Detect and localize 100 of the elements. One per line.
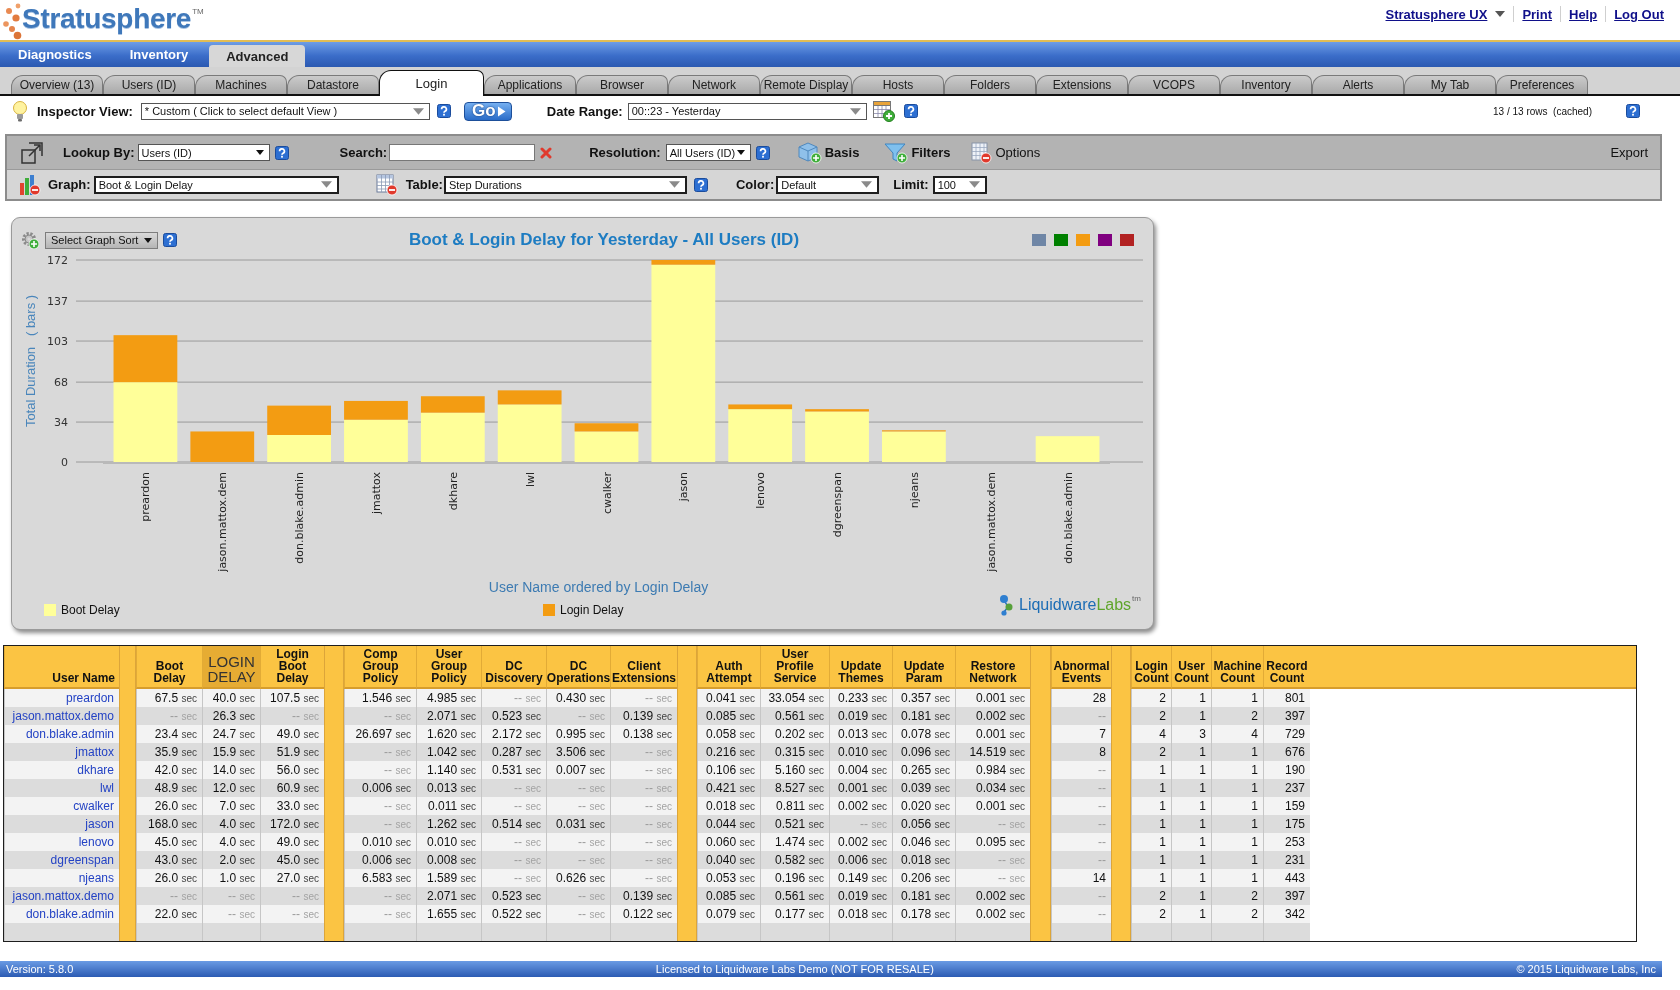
tick-label: 0: [61, 456, 68, 469]
color-swatch-icon[interactable]: [1032, 234, 1046, 246]
main-tab[interactable]: Advanced: [209, 45, 306, 67]
sub-tab[interactable]: Overview (13): [11, 75, 103, 94]
color-swatch-icon[interactable]: [1120, 234, 1134, 246]
tick-label: 103: [47, 335, 68, 349]
header-link[interactable]: Log Out: [1614, 6, 1664, 22]
user-name-link[interactable]: jason: [85, 817, 114, 831]
limit-select[interactable]: 100: [932, 175, 987, 194]
sub-tab[interactable]: Browser: [576, 75, 668, 94]
header-link[interactable]: Help: [1569, 6, 1598, 22]
main-tab[interactable]: Inventory: [112, 42, 206, 67]
table-cell: 1: [1171, 833, 1211, 851]
color-swatch-icon[interactable]: [1098, 234, 1112, 246]
license-text: Licensed to Liquidware Labs Demo (NOT FOR RESALE): [655, 963, 934, 975]
table-cell: 4: [1131, 725, 1171, 743]
options-button[interactable]: Options: [970, 141, 1041, 164]
menu-link[interactable]: Stratusphere UX: [1385, 6, 1488, 22]
column-header[interactable]: Record Count: [1263, 646, 1310, 689]
grid-remove-icon: [970, 141, 993, 164]
table-cell: -- sec: [955, 815, 1030, 833]
sub-tab[interactable]: Remote Display: [760, 75, 852, 94]
expand-icon[interactable]: [21, 141, 43, 164]
help-icon[interactable]: [436, 104, 451, 118]
graph-sort-button[interactable]: Select Graph Sort: [45, 231, 158, 249]
table-cell: -- sec: [481, 689, 546, 707]
color-swatch-icon[interactable]: [1076, 234, 1090, 246]
sub-tab[interactable]: Machines: [195, 75, 287, 94]
color-select[interactable]: Default: [776, 175, 880, 194]
bar-graph-remove-icon[interactable]: [19, 173, 41, 196]
table-cell: 8.527 sec: [760, 779, 829, 797]
filters-button[interactable]: Filters: [884, 141, 951, 164]
sub-tab[interactable]: Datastore: [287, 75, 379, 94]
sub-tab[interactable]: VCOPS: [1128, 75, 1220, 94]
table-select[interactable]: Step Durations: [443, 175, 687, 194]
calendar-add-icon[interactable]: [872, 100, 895, 122]
search-field[interactable]: [389, 144, 536, 161]
sub-tab[interactable]: Inventory: [1220, 75, 1312, 94]
chart-bar: [190, 431, 255, 462]
date-range-select[interactable]: 00::23 - Yesterday: [627, 102, 867, 120]
table-cell: 0.046 sec: [892, 833, 955, 851]
category-label: jason.mattox.dem: [216, 472, 230, 572]
table-cell: 0.013 sec: [416, 779, 481, 797]
sub-tab[interactable]: Hosts: [852, 75, 944, 94]
column-header[interactable]: User Count: [1171, 646, 1211, 689]
table-cell: 0.058 sec: [697, 725, 760, 743]
table-cell: 2.172 sec: [481, 725, 546, 743]
column-header[interactable]: Machine Count: [1211, 646, 1263, 689]
tick-label: 68: [54, 376, 68, 390]
table-cell: 0.001 sec: [955, 797, 1030, 815]
table-cell: 26.697 sec: [344, 725, 416, 743]
sub-tab[interactable]: Folders: [944, 75, 1036, 94]
sub-tab[interactable]: My Tab: [1404, 75, 1496, 94]
color-swatch-icon[interactable]: [1054, 234, 1068, 246]
sub-tab[interactable]: Login: [379, 70, 484, 96]
main-tab[interactable]: Diagnostics: [1, 42, 109, 67]
resolution-select[interactable]: All Users (ID): [665, 144, 751, 161]
table-cell: -- sec: [610, 743, 677, 761]
chart-bar: [267, 435, 331, 462]
help-icon[interactable]: [1626, 104, 1640, 118]
table-cell: 231: [1263, 851, 1310, 869]
column-header[interactable]: Abnormal Events: [1051, 646, 1111, 689]
table-cell: 1: [1131, 815, 1171, 833]
gear-add-icon[interactable]: [21, 231, 39, 249]
lookup-by-select[interactable]: Users (ID): [137, 144, 270, 161]
table-cell: --: [1051, 797, 1111, 815]
user-name-link[interactable]: lwl: [100, 781, 114, 795]
column-header[interactable]: DC Discovery: [481, 646, 546, 689]
table-cell: 4: [1211, 725, 1263, 743]
help-icon[interactable]: [903, 104, 918, 118]
sub-tab[interactable]: Applications: [484, 75, 576, 94]
table-cell: 1: [1171, 887, 1211, 905]
sub-tab[interactable]: Network: [668, 75, 760, 94]
table-cell: 0.011 sec: [416, 797, 481, 815]
inspector-view-select[interactable]: * Custom ( Click to select default View ): [140, 102, 430, 120]
limit-label: Limit:: [893, 177, 929, 192]
column-header[interactable]: DC Operations: [546, 646, 610, 689]
basis-button[interactable]: Basis: [797, 141, 860, 164]
column-header[interactable]: LOGIN DELAY: [202, 646, 260, 689]
table-cell: 1: [1211, 797, 1263, 815]
table-cell: -- sec: [610, 779, 677, 797]
table-cell: 51.9 sec: [260, 743, 324, 761]
help-icon[interactable]: [274, 145, 289, 160]
sub-tab[interactable]: Alerts: [1312, 75, 1404, 94]
help-icon[interactable]: [755, 145, 770, 160]
table-cell: 2: [1131, 707, 1171, 725]
header-link[interactable]: Print: [1522, 6, 1552, 22]
table-cell: 45.0 sec: [260, 851, 324, 869]
column-header[interactable]: Client Extensions: [610, 646, 677, 689]
sub-tab[interactable]: Extensions: [1036, 75, 1128, 94]
table-remove-icon[interactable]: [375, 173, 398, 196]
table-cell: 0.079 sec: [697, 905, 760, 923]
sub-tab[interactable]: Preferences: [1496, 75, 1588, 94]
help-icon[interactable]: [693, 177, 708, 192]
column-header[interactable]: Login Count: [1131, 646, 1171, 689]
export-link[interactable]: Export: [1610, 145, 1648, 160]
sub-tab[interactable]: Users (ID): [103, 75, 195, 94]
graph-select[interactable]: Boot & Login Delay: [93, 175, 339, 194]
help-icon[interactable]: [163, 233, 177, 247]
table-cell: 1.589 sec: [416, 869, 481, 887]
